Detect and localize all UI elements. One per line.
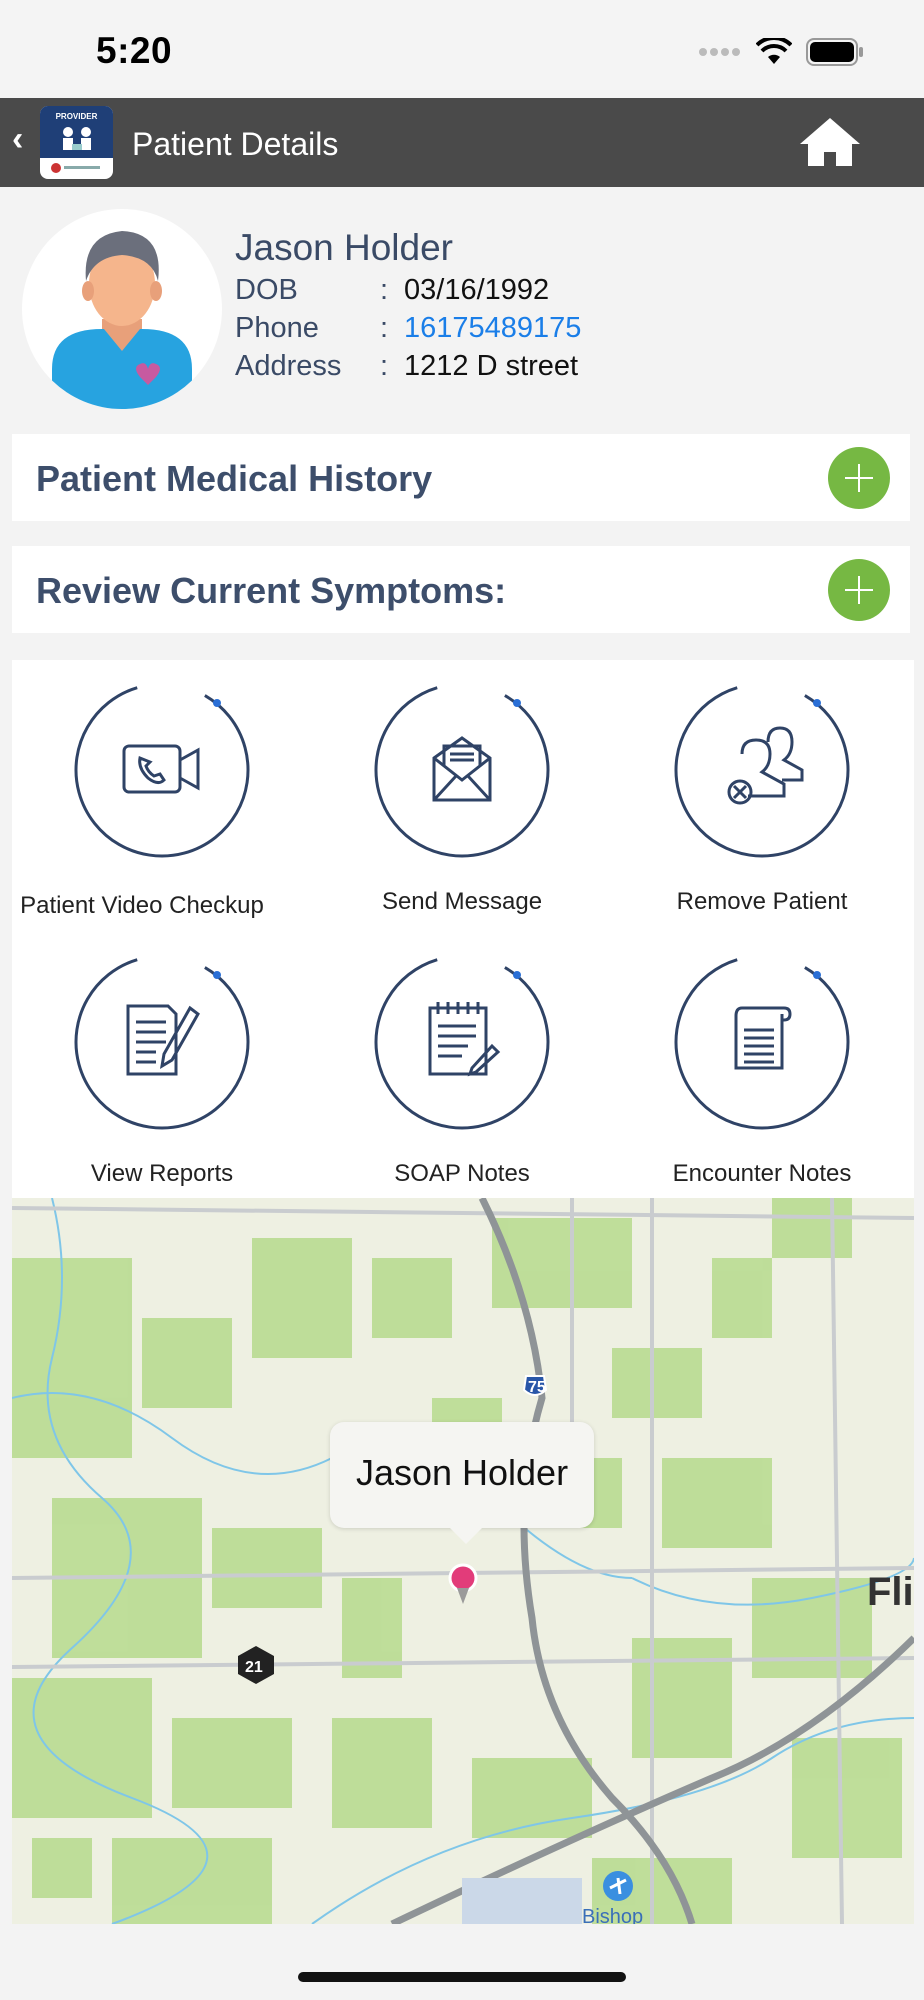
symptoms-card[interactable]: Review Current Symptoms: [12, 546, 910, 633]
home-button[interactable] [798, 116, 862, 173]
action-soap-notes[interactable]: SOAP Notes [312, 952, 612, 1212]
notepad-icon [428, 1002, 501, 1077]
medical-history-title: Patient Medical History [36, 458, 433, 499]
address-row: Address:1212 D street [235, 350, 579, 382]
remove-user-icon [727, 726, 804, 805]
map-callout[interactable]: Jason Holder [330, 1422, 594, 1544]
status-bar: 5:20 [0, 0, 924, 98]
scroll-icon [734, 1006, 792, 1070]
action-send-message[interactable]: Send Message [312, 680, 612, 940]
action-view-reports[interactable]: View Reports [12, 952, 312, 1212]
phone-link[interactable]: 16175489175 [404, 312, 581, 344]
symptoms-title: Review Current Symptoms: [36, 570, 507, 611]
action-video-checkup[interactable]: Patient Video Checkup [12, 680, 312, 940]
address-value: 1212 D street [404, 350, 579, 382]
highway-75-shield: 75 [528, 1379, 546, 1396]
home-indicator [298, 1972, 626, 1982]
envelope-icon [432, 736, 492, 802]
route-21-shield: 21 [245, 1659, 263, 1676]
wifi-icon [756, 38, 792, 64]
video-call-icon [122, 744, 200, 794]
provider-logo: PROVIDER [40, 106, 113, 179]
action-remove-patient[interactable]: Remove Patient [612, 680, 912, 940]
page-title: Patient Details [132, 126, 339, 162]
action-encounter-notes[interactable]: Encounter Notes [612, 952, 912, 1212]
status-icons [698, 38, 864, 66]
medical-history-card[interactable]: Patient Medical History [12, 434, 910, 521]
phone-row: Phone:16175489175 [235, 312, 582, 344]
dob-row: DOB:03/16/1992 [235, 274, 550, 306]
patient-avatar [22, 209, 222, 409]
patient-name: Jason Holder [235, 227, 454, 268]
chevron-left-icon: ‹ [12, 120, 24, 158]
nav-bar: ‹ PROVIDER Patient Details [0, 98, 924, 187]
battery-icon [806, 38, 863, 66]
map-tiles [12, 1198, 914, 1924]
patient-header: Jason Holder DOB:03/16/1992 Phone:161754… [0, 187, 924, 427]
city-label: Fli [867, 1570, 914, 1614]
airport-label: Bishop [582, 1906, 644, 1924]
action-grid: Patient Video Checkup Send Message Remov… [12, 660, 914, 1198]
callout-patient-name: Jason Holder [355, 1452, 569, 1493]
report-icon [126, 1004, 200, 1076]
dob-value: 03/16/1992 [404, 274, 550, 306]
medical-history-add-button[interactable] [828, 447, 890, 509]
back-button[interactable]: ‹ [12, 120, 23, 159]
signal-icon [699, 48, 740, 56]
home-icon [800, 118, 860, 166]
symptoms-add-button[interactable] [828, 559, 890, 621]
patient-location-map[interactable]: 75 21 Fli Bishop Jason Holder [12, 1198, 914, 1924]
status-time: 5:20 [96, 30, 173, 71]
